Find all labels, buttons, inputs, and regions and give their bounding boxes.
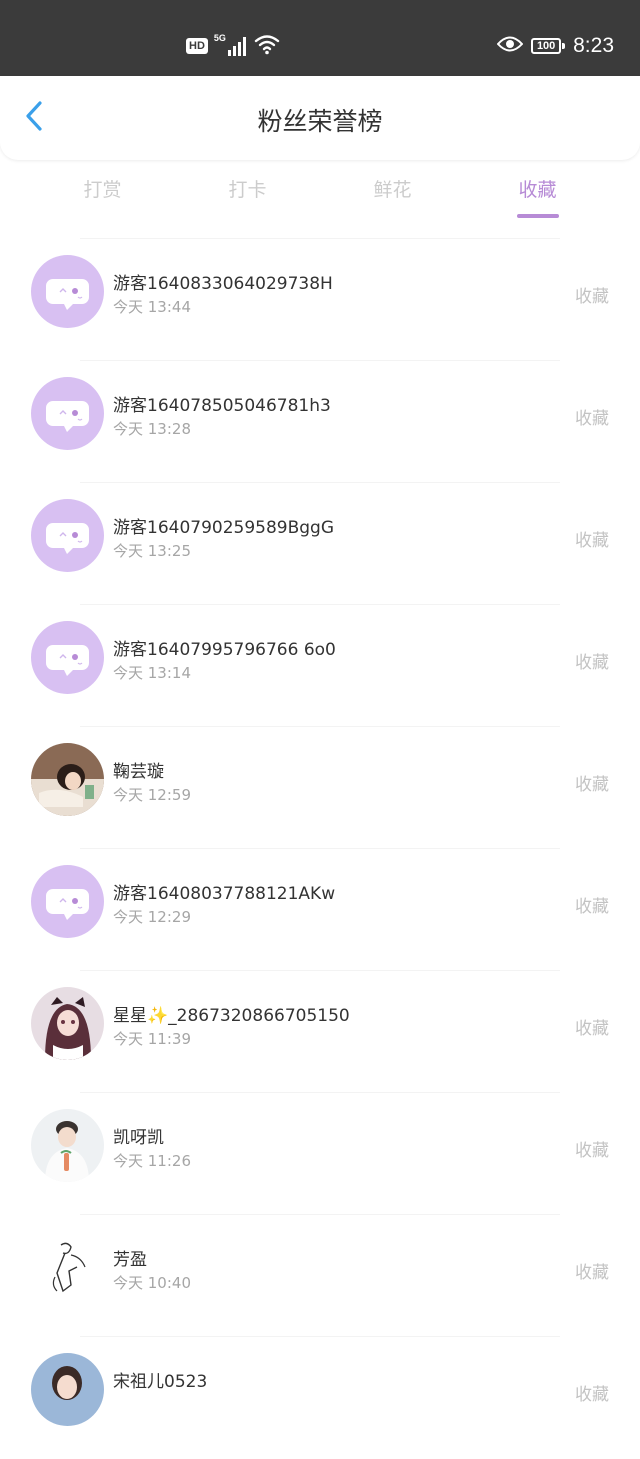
user-photo-avatar (31, 743, 104, 816)
user-name: 芳盈 (113, 1250, 147, 1270)
list-item[interactable]: 游客1640833064029738H 今天 13:44 收藏 (0, 239, 640, 361)
list-item[interactable]: 游客1640790259589BggG 今天 13:25 收藏 (0, 483, 640, 605)
user-time: 今天 12:59 (113, 786, 191, 804)
list-item[interactable]: 游客16408037788121AKw 今天 12:29 收藏 (0, 849, 640, 971)
status-time: 8:23 (573, 34, 614, 57)
user-photo-avatar (31, 1109, 104, 1182)
list-item[interactable]: 宋祖儿0523 收藏 (0, 1337, 640, 1459)
action-label: 收藏 (575, 1019, 609, 1039)
user-time: 今天 13:28 (113, 420, 191, 438)
user-time: 今天 11:39 (113, 1030, 191, 1048)
list-item[interactable]: 游客164078505046781h3 今天 13:28 收藏 (0, 361, 640, 483)
default-avatar-icon (31, 255, 104, 328)
tab-checkin[interactable]: 打卡 (175, 168, 320, 218)
network-type-label: 5G (213, 33, 226, 43)
tab-favorites[interactable]: 收藏 (465, 168, 610, 218)
user-time: 今天 13:25 (113, 542, 191, 560)
tab-bar: 打赏 打卡 鲜花 收藏 (30, 168, 610, 218)
sketch-avatar (31, 1231, 104, 1304)
status-center-indicators: HD 5G (186, 33, 280, 59)
user-name: 游客1640833064029738H (113, 274, 333, 294)
action-label: 收藏 (575, 897, 609, 917)
user-name: 凯呀凯 (113, 1128, 164, 1148)
action-label: 收藏 (575, 775, 609, 795)
tab-reward[interactable]: 打赏 (30, 168, 175, 218)
user-name: 游客16408037788121AKw (113, 884, 336, 904)
user-time: 今天 10:40 (113, 1274, 191, 1292)
status-bar: HD 5G 100 8:23 (0, 0, 640, 76)
default-avatar-icon (31, 499, 104, 572)
user-time: 今天 13:44 (113, 298, 191, 316)
wifi-icon (254, 33, 280, 59)
list-item[interactable]: 芳盈 今天 10:40 收藏 (0, 1215, 640, 1337)
list-item[interactable]: 鞠芸璇 今天 12:59 收藏 (0, 727, 640, 849)
user-name: 游客16407995796766 6o0 (113, 640, 336, 660)
action-label: 收藏 (575, 409, 609, 429)
active-tab-indicator (516, 214, 559, 218)
tab-flowers[interactable]: 鲜花 (320, 168, 465, 218)
default-avatar-icon (31, 865, 104, 938)
default-avatar-icon (31, 377, 104, 450)
action-label: 收藏 (575, 1263, 609, 1283)
action-label: 收藏 (575, 1385, 609, 1405)
hd-badge: HD (186, 38, 208, 54)
action-label: 收藏 (575, 1141, 609, 1161)
signal-icon: 5G (213, 33, 248, 57)
user-name: 宋祖儿0523 (113, 1372, 208, 1392)
user-time: 今天 13:14 (113, 664, 191, 682)
page-header: 粉丝荣誉榜 (0, 76, 640, 160)
status-right-indicators: 100 8:23 (496, 30, 614, 62)
user-photo-avatar (31, 1353, 104, 1426)
action-label: 收藏 (575, 531, 609, 551)
page-title: 粉丝荣誉榜 (257, 107, 383, 136)
action-label: 收藏 (575, 287, 609, 307)
user-name: 星星✨_2867320866705150 (113, 1006, 350, 1026)
eye-icon (496, 35, 524, 57)
user-photo-avatar (31, 987, 104, 1060)
list-item[interactable]: 星星✨_2867320866705150 今天 11:39 收藏 (0, 971, 640, 1093)
user-name: 鞠芸璇 (113, 762, 164, 782)
tab-label: 收藏 (518, 179, 557, 201)
fan-list: 游客1640833064029738H 今天 13:44 收藏 游客164078… (0, 239, 640, 1459)
user-time: 今天 12:29 (113, 908, 191, 926)
default-avatar-icon (31, 621, 104, 694)
list-item[interactable]: 游客16407995796766 6o0 今天 13:14 收藏 (0, 605, 640, 727)
user-name: 游客164078505046781h3 (113, 396, 331, 416)
user-time: 今天 11:26 (113, 1152, 191, 1170)
battery-icon: 100 (531, 38, 566, 54)
tab-label: 打赏 (83, 179, 122, 201)
user-name: 游客1640790259589BggG (113, 518, 335, 538)
list-item[interactable]: 凯呀凯 今天 11:26 收藏 (0, 1093, 640, 1215)
tab-label: 鲜花 (373, 179, 412, 201)
tab-label: 打卡 (228, 179, 267, 201)
action-label: 收藏 (575, 653, 609, 673)
